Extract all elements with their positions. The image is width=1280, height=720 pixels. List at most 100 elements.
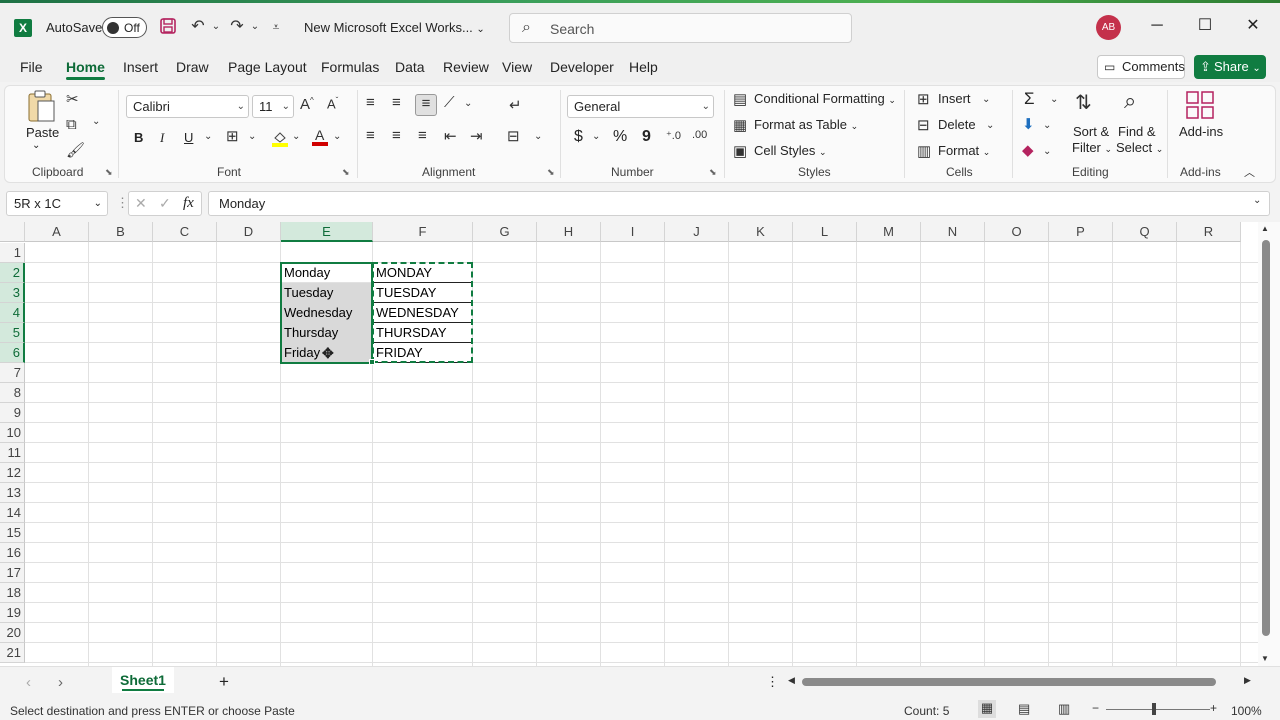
increase-decimal-icon[interactable]: ⁺.0 [666,129,681,142]
name-box[interactable]: 5R x 1C ⌄ [6,191,108,216]
number-format-select[interactable]: General ⌄ [567,95,714,118]
row-header[interactable]: 21 [0,643,25,663]
fill-color-icon[interactable] [271,129,289,150]
sort-filter-button[interactable]: Filter ⌄ [1072,140,1112,155]
comma-button[interactable]: 9 [642,128,651,146]
paste-button[interactable]: Paste [26,125,59,140]
alignment-launcher-icon[interactable]: ⬊ [547,167,555,178]
copy-icon[interactable]: ⧉ [66,116,77,133]
enter-icon[interactable]: ✓ [159,195,171,212]
borders-dropdown-icon[interactable]: ⌄ [248,131,256,142]
format-cells-button[interactable]: Format ⌄ [938,143,990,158]
add-ins-icon[interactable] [1185,90,1215,123]
page-layout-view-icon[interactable]: ▤ [1018,701,1030,717]
row-header[interactable]: 18 [0,583,25,603]
column-header[interactable]: H [537,222,601,242]
format-as-table-icon[interactable]: ▦ [733,116,747,134]
normal-view-icon[interactable]: ▦ [978,700,996,718]
decrease-indent-icon[interactable]: ⇤ [444,127,457,145]
row-header[interactable]: 5 [0,323,25,343]
document-title[interactable]: New Microsoft Excel Works... ⌄ [304,20,485,35]
cell-styles-button[interactable]: Cell Styles ⌄ [754,143,827,158]
row-header[interactable]: 20 [0,623,25,643]
find-select-label-1[interactable]: Find & [1118,124,1156,139]
save-icon[interactable] [158,17,178,37]
format-as-table-button[interactable]: Format as Table ⌄ [754,117,858,132]
font-color-icon[interactable]: A [311,127,329,150]
row-header[interactable]: 4 [0,303,25,323]
orientation-dropdown-icon[interactable]: ⌄ [464,98,472,109]
font-launcher-icon[interactable]: ⬊ [342,167,350,178]
column-header[interactable]: O [985,222,1049,242]
tab-developer[interactable]: Developer [550,59,614,75]
currency-button[interactable]: $ [574,128,583,146]
scroll-up-icon[interactable]: ▲ [1261,224,1269,233]
tab-page-layout[interactable]: Page Layout [228,59,307,75]
row-header[interactable]: 10 [0,423,25,443]
font-name-select[interactable]: Calibri ⌄ [126,95,249,118]
row-header[interactable]: 2 [0,263,25,283]
column-header[interactable]: B [89,222,153,242]
row-header[interactable]: 9 [0,403,25,423]
conditional-formatting-icon[interactable]: ▤ [733,90,747,108]
align-left-icon[interactable]: ≡ [366,127,375,144]
undo-dropdown-icon[interactable]: ⌄ [206,17,226,37]
currency-dropdown-icon[interactable]: ⌄ [592,131,600,142]
zoom-in-icon[interactable]: + [1210,701,1217,715]
minimize-icon[interactable]: ─ [1145,14,1169,38]
column-header[interactable]: K [729,222,793,242]
row-header[interactable]: 8 [0,383,25,403]
format-painter-icon[interactable]: 🖌 [66,141,85,159]
column-header[interactable]: D [217,222,281,242]
tab-view[interactable]: View [502,59,532,75]
row-header[interactable]: 12 [0,463,25,483]
scroll-down-icon[interactable]: ▼ [1261,654,1269,663]
decrease-font-icon[interactable]: Aˇ [327,96,338,111]
sort-filter-icon[interactable]: ⇅ [1075,90,1092,115]
wrap-text-icon[interactable]: ↵ [509,96,522,114]
column-header[interactable]: A [25,222,89,242]
undo-icon[interactable]: ↶ [188,17,208,37]
copy-dropdown-icon[interactable]: ⌄ [92,116,100,127]
column-header[interactable]: R [1177,222,1241,242]
delete-dropdown-icon[interactable]: ⌄ [986,120,994,131]
percent-button[interactable]: % [613,128,627,146]
maximize-icon[interactable]: ☐ [1193,14,1217,38]
column-header[interactable]: I [601,222,665,242]
row-header[interactable]: 11 [0,443,25,463]
find-select-button[interactable]: Select ⌄ [1116,140,1163,155]
cancel-icon[interactable]: ✕ [135,195,147,212]
zoom-slider-track[interactable] [1106,709,1210,710]
cut-icon[interactable]: ✂ [66,90,79,108]
align-top-icon[interactable]: ≡ [366,94,375,111]
font-color-dropdown-icon[interactable]: ⌄ [333,131,341,142]
autosum-button[interactable]: Σ [1024,89,1035,109]
column-header[interactable]: J [665,222,729,242]
increase-font-icon[interactable]: A^ [300,96,314,113]
align-bottom-icon[interactable]: ≡ [415,94,437,116]
fill-dropdown-icon[interactable]: ⌄ [1043,120,1051,131]
row-header[interactable]: 13 [0,483,25,503]
tab-draw[interactable]: Draw [176,59,209,75]
autosum-dropdown-icon[interactable]: ⌄ [1050,94,1058,105]
merge-center-icon[interactable]: ⊟ [507,127,520,145]
merge-dropdown-icon[interactable]: ⌄ [534,131,542,142]
cell-styles-icon[interactable]: ▣ [733,142,747,160]
row-header[interactable]: 7 [0,363,25,383]
font-size-select[interactable]: 11 ⌄ [252,95,294,118]
increase-indent-icon[interactable]: ⇥ [470,127,483,145]
number-launcher-icon[interactable]: ⬊ [709,167,717,178]
column-header[interactable]: E [281,222,373,242]
zoom-slider-thumb[interactable] [1152,703,1156,715]
prev-sheet-icon[interactable]: ‹ [26,674,31,691]
tab-data[interactable]: Data [395,59,425,75]
align-middle-icon[interactable]: ≡ [392,94,401,111]
format-cells-icon[interactable]: ▥ [917,142,931,160]
expand-formula-icon[interactable]: ⌄ [1253,195,1261,206]
decrease-decimal-icon[interactable]: .00 [692,129,707,141]
underline-dropdown-icon[interactable]: ⌄ [204,131,212,142]
select-all-corner[interactable] [0,222,25,242]
row-header[interactable]: 15 [0,523,25,543]
column-header[interactable]: L [793,222,857,242]
column-header[interactable]: C [153,222,217,242]
